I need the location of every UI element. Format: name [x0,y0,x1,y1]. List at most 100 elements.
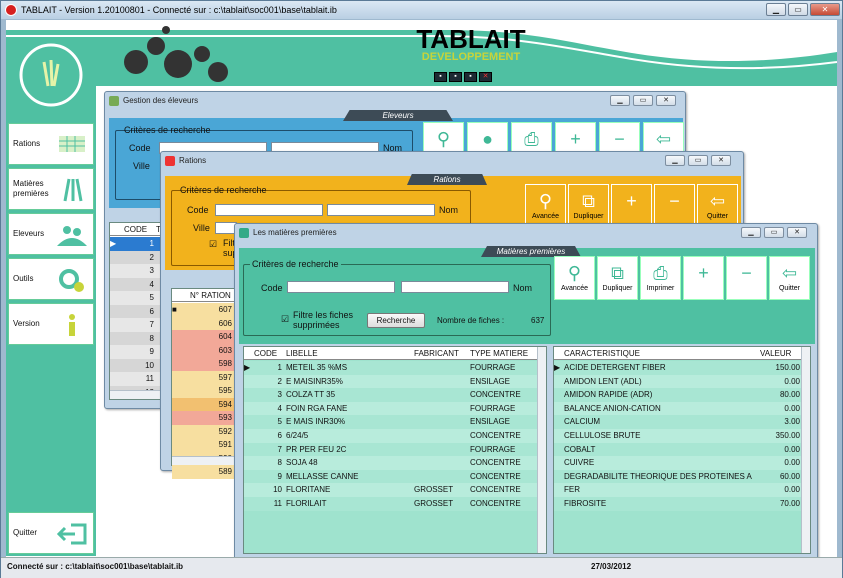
table-row[interactable]: 5 E MAIS INR30% ENSILAGE [244,415,538,429]
add-button[interactable]: + [611,184,652,228]
quit-button[interactable]: ⇦ Quitter [697,184,738,228]
stack-icon[interactable]: ▪ [464,72,477,82]
maximize-button[interactable]: ▭ [764,227,784,238]
code-input[interactable] [215,204,323,216]
nom-input[interactable] [401,281,509,293]
rations-grid[interactable]: N° RATION ■ 607 606 604 603 598 597 595 594 593 59… [171,288,242,479]
column-header: CARACTERISTIQUE [564,349,641,358]
close-button[interactable]: ✕ [711,155,731,166]
add-button[interactable]: + [683,256,724,300]
table-row[interactable]: AMIDON LENT (ADL) 0.00 [554,374,802,389]
table-row[interactable]: 8 SOJA 48 CONCENTRE [244,456,538,470]
search-button[interactable]: Recherche [367,313,425,328]
table-row[interactable]: ▶ 1 METEIL 35 %MS FOURRAGE [244,361,538,375]
grid-cell [414,402,468,415]
filter-checkbox[interactable]: ☑ [281,314,289,325]
table-row[interactable]: 3 COLZA TT 35 CONCENTRE [244,388,538,402]
minimize-button[interactable]: ▁ [741,227,761,238]
grid-cell [244,375,252,388]
grid-cell: 9 [149,347,154,356]
table-row[interactable]: ▶ ACIDE DETERGENT FIBER 150.00 [554,361,802,375]
table-row[interactable]: 597 [172,370,240,384]
brand-toolbar: ▪ ▪ ▪ ✕ [434,72,492,82]
quit-button[interactable]: Quitter [8,512,94,554]
sidebar-item-matieres[interactable]: Matières premières [8,168,94,210]
table-row[interactable]: 592 [172,424,240,438]
grid-cell: 0.00 [784,376,800,386]
table-row[interactable]: DEGRADABILITE THEORIQUE DES PROTEINES A 6… [554,469,802,484]
grid-cell: 589 [218,467,232,476]
table-row[interactable]: 7 PR PER FEU 2C FOURRAGE [244,442,538,457]
nom-input[interactable] [327,204,435,216]
tile-icon[interactable]: ▪ [434,72,447,82]
maximize-button[interactable]: ▭ [633,95,653,106]
table-row[interactable]: 603 [172,343,240,357]
table-row[interactable]: 593 [172,411,240,425]
minimize-button[interactable]: ▁ [610,95,630,106]
grid-cell: FLORILAIT [286,499,327,508]
grid-cell: PR PER FEU 2C [286,444,347,454]
table-row[interactable]: FER 0.00 [554,483,802,497]
table-row[interactable]: AMIDON RAPIDE (ADR) 80.00 [554,388,802,402]
search-advanced-button[interactable]: ⚲ Avancée [525,184,566,228]
sidebar-item-version[interactable]: Version [8,303,94,345]
table-row[interactable]: 591 [172,438,240,452]
table-row[interactable]: 11 FLORILAIT GROSSET CONCENTRE [244,497,538,511]
app-titlebar: TABLAIT - Version 1.20100801 - Connecté … [1,1,842,19]
table-row[interactable]: 9 MELLASSE CANNE CONCENTRE [244,469,538,484]
grid-cell [110,318,118,331]
table-row[interactable]: 606 [172,316,240,330]
duplicate-button[interactable]: ⧉ Dupliquer [597,256,638,300]
maximize-button[interactable]: ▭ [688,155,708,166]
cascade-icon[interactable]: ▪ [449,72,462,82]
matieres-grid[interactable]: CODE LIBELLE FABRICANT TYPE MATIERE ▶ 1 ME… [243,346,547,554]
grid-cell: 3 [149,266,154,275]
table-row[interactable]: CALCIUM 3.00 [554,415,802,429]
quit-button[interactable]: ⇦ Quitter [769,256,810,300]
table-row[interactable]: COBALT 0.00 [554,442,802,457]
grid-cell: 606 [218,318,232,328]
table-row[interactable]: ■ 607 [172,303,240,317]
app-title: TABLAIT - Version 1.20100801 - Connecté … [21,5,337,15]
grid-cell: 80.00 [779,390,800,400]
caracteristiques-grid[interactable]: CARACTERISTIQUE VALEUR ▶ ACIDE DETERGENT … [553,346,811,554]
duplicate-button[interactable]: ⧉ Dupliquer [568,184,609,228]
sidebar-item-outils[interactable]: Outils [8,258,94,300]
table-row[interactable]: BALANCE ANION-CATION 0.00 [554,401,802,416]
table-row[interactable]: 589 [172,465,240,479]
grid-cell [110,359,118,372]
table-row[interactable]: 595 [172,384,240,398]
sidebar-item-rations[interactable]: Rations [8,123,94,165]
close-button[interactable]: ✕ [787,227,807,238]
vertical-scrollbar[interactable] [537,347,546,553]
remove-button[interactable]: − [726,256,767,300]
grid-cell: FOURRAGE [470,363,516,372]
table-row[interactable]: CUIVRE 0.00 [554,456,802,470]
code-input[interactable] [287,281,395,293]
table-row[interactable]: 4 FOIN RGA FANE FOURRAGE [244,401,538,416]
filter-checkbox[interactable]: ☑ [209,239,217,250]
sidebar-item-eleveurs[interactable]: Eleveurs [8,213,94,255]
vertical-scrollbar[interactable] [801,347,810,553]
minimize-button[interactable]: ▁ [766,3,786,16]
table-row[interactable]: 2 E MAISINR35% ENSILAGE [244,374,538,389]
search-advanced-button[interactable]: ⚲ Avancée [554,256,595,300]
horizontal-scrollbar[interactable] [172,456,240,465]
close-button[interactable]: ✕ [810,3,840,16]
table-row[interactable]: 10 FLORITANE GROSSET CONCENTRE [244,483,538,497]
print-button[interactable]: ⎙ Imprimer [640,256,681,300]
grid-cell: AMIDON LENT (ADL) [564,376,642,386]
table-row[interactable]: 598 [172,357,240,371]
table-row[interactable]: 594 [172,397,240,411]
maximize-button[interactable]: ▭ [788,3,808,16]
grid-cell: ENSILAGE [470,417,511,427]
table-row[interactable]: 604 [172,330,240,344]
table-row[interactable]: 6 6/24/5 CONCENTRE [244,429,538,443]
table-row[interactable]: FIBROSITE 70.00 [554,497,802,511]
close-button[interactable]: ✕ [656,95,676,106]
code-label: Code [129,143,151,153]
table-row[interactable]: CELLULOSE BRUTE 350.00 [554,429,802,443]
remove-button[interactable]: − [654,184,695,228]
minimize-button[interactable]: ▁ [665,155,685,166]
close-all-icon[interactable]: ✕ [479,72,492,82]
